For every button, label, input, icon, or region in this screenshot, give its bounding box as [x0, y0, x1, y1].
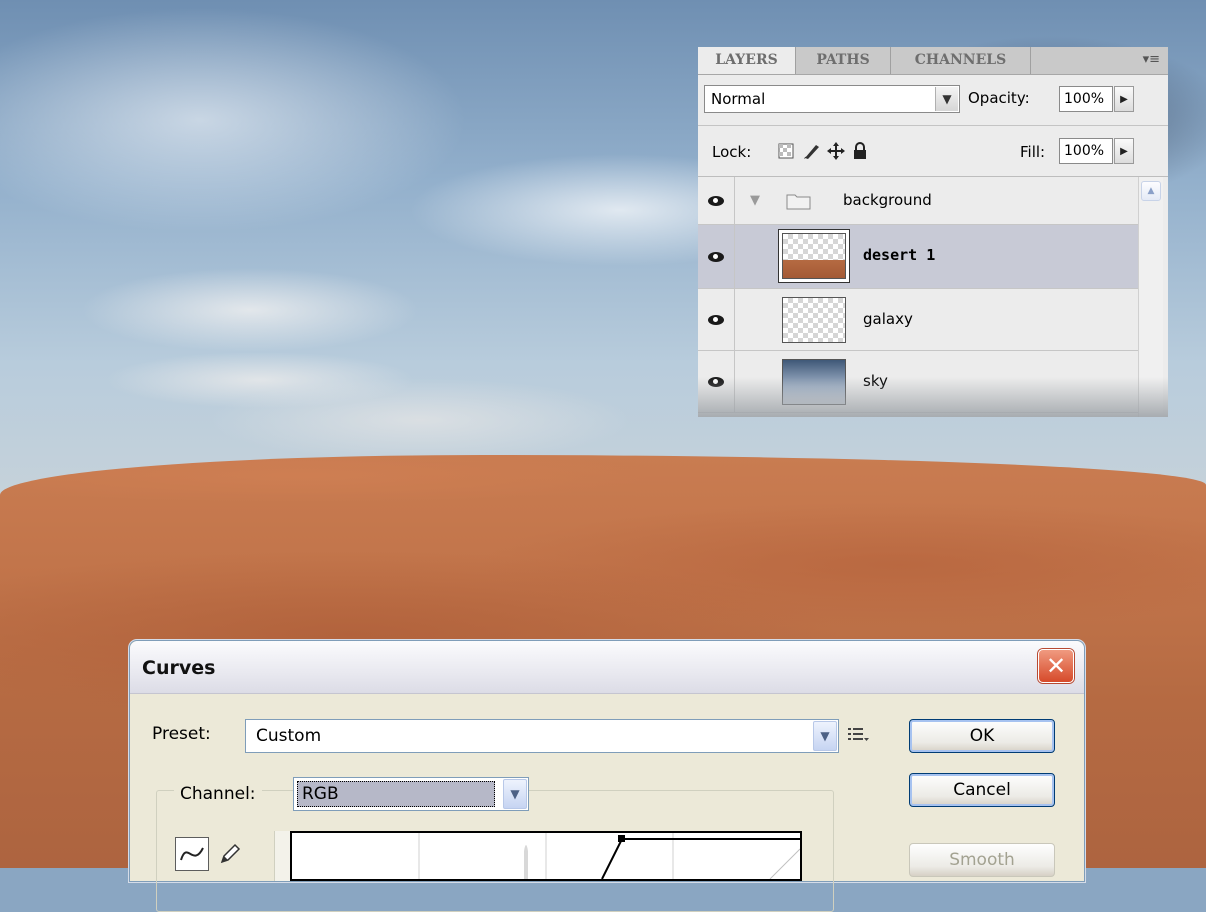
lock-image-pixels-brush-icon[interactable] — [802, 141, 822, 161]
panel-tab-bar: LAYERS PATHS CHANNELS ▾≡ — [698, 47, 1168, 75]
lock-position-move-icon[interactable] — [826, 141, 846, 161]
curve-graph-gutter — [274, 831, 291, 881]
scroll-up-arrow-icon[interactable]: ▲ — [1141, 181, 1161, 201]
opacity-slider-arrow-icon[interactable]: ▶ — [1114, 86, 1134, 112]
fill-label: Fill: — [1020, 143, 1046, 161]
cancel-button[interactable]: Cancel — [909, 773, 1055, 807]
blend-mode-select[interactable]: Normal ▼ — [704, 85, 960, 113]
close-button[interactable]: ✕ — [1038, 649, 1074, 683]
expand-triangle-icon[interactable]: ▼ — [750, 193, 760, 208]
layer-thumbnail — [782, 297, 846, 343]
eye-icon — [706, 195, 726, 207]
tab-channels[interactable]: CHANNELS — [891, 47, 1031, 74]
layer-name: background — [843, 191, 932, 209]
pencil-tool-icon[interactable] — [215, 839, 245, 869]
blend-opacity-row: Normal ▼ Opacity: 100% ▶ — [698, 75, 1168, 126]
layer-thumbnail — [782, 233, 846, 279]
chevron-down-icon[interactable]: ▼ — [503, 779, 527, 809]
chevron-down-icon[interactable]: ▼ — [813, 721, 837, 751]
panel-fade-overlay — [698, 377, 1168, 417]
visibility-toggle[interactable] — [698, 177, 735, 224]
eye-icon — [706, 314, 726, 326]
tab-paths[interactable]: PATHS — [796, 47, 891, 74]
curve-tool-icon[interactable] — [175, 837, 209, 871]
visibility-toggle[interactable] — [698, 225, 735, 288]
layer-row-galaxy[interactable]: galaxy — [698, 289, 1138, 351]
tab-layers[interactable]: LAYERS — [698, 47, 796, 74]
lock-label: Lock: — [712, 143, 752, 161]
lock-transparency-icon[interactable] — [776, 141, 796, 161]
lock-all-padlock-icon[interactable] — [850, 141, 870, 161]
dialog-title: Curves — [142, 657, 216, 679]
smooth-button[interactable]: Smooth — [909, 843, 1055, 877]
ok-button[interactable]: OK — [909, 719, 1055, 753]
panel-menu-icon[interactable]: ▾≡ — [1143, 52, 1160, 67]
chevron-down-icon[interactable]: ▼ — [935, 87, 958, 111]
preset-label: Preset: — [152, 724, 211, 744]
lock-fill-row: Lock: Fill: 100% ▶ — [698, 126, 1168, 177]
preset-select[interactable]: Custom ▼ — [245, 719, 839, 753]
blend-mode-value: Normal — [711, 90, 766, 108]
folder-icon — [786, 191, 812, 215]
opacity-input[interactable]: 100% — [1059, 86, 1113, 112]
preset-value: Custom — [256, 726, 322, 746]
layer-row-desert-1[interactable]: desert 1 — [698, 225, 1138, 289]
channel-value: RGB — [297, 781, 495, 807]
layer-name: desert 1 — [863, 246, 936, 264]
opacity-label: Opacity: — [968, 89, 1030, 107]
channel-label: Channel: — [174, 784, 262, 804]
close-icon: ✕ — [1045, 652, 1067, 680]
layer-row-background-group[interactable]: ▼ background — [698, 177, 1138, 225]
layers-panel: LAYERS PATHS CHANNELS ▾≡ Normal ▼ Opacit… — [698, 47, 1168, 417]
layer-name: galaxy — [863, 310, 913, 328]
channel-select[interactable]: RGB ▼ — [293, 777, 529, 811]
fill-input[interactable]: 100% — [1059, 138, 1113, 164]
curves-dialog: Curves ✕ Preset: Custom ▼ OK Cancel Smoo… — [129, 640, 1085, 912]
dialog-titlebar[interactable]: Curves ✕ — [130, 641, 1084, 694]
curve-graph[interactable] — [290, 831, 802, 881]
eye-icon — [706, 251, 726, 263]
fill-slider-arrow-icon[interactable]: ▶ — [1114, 138, 1134, 164]
visibility-toggle[interactable] — [698, 289, 735, 350]
preset-options-icon[interactable] — [848, 727, 870, 747]
